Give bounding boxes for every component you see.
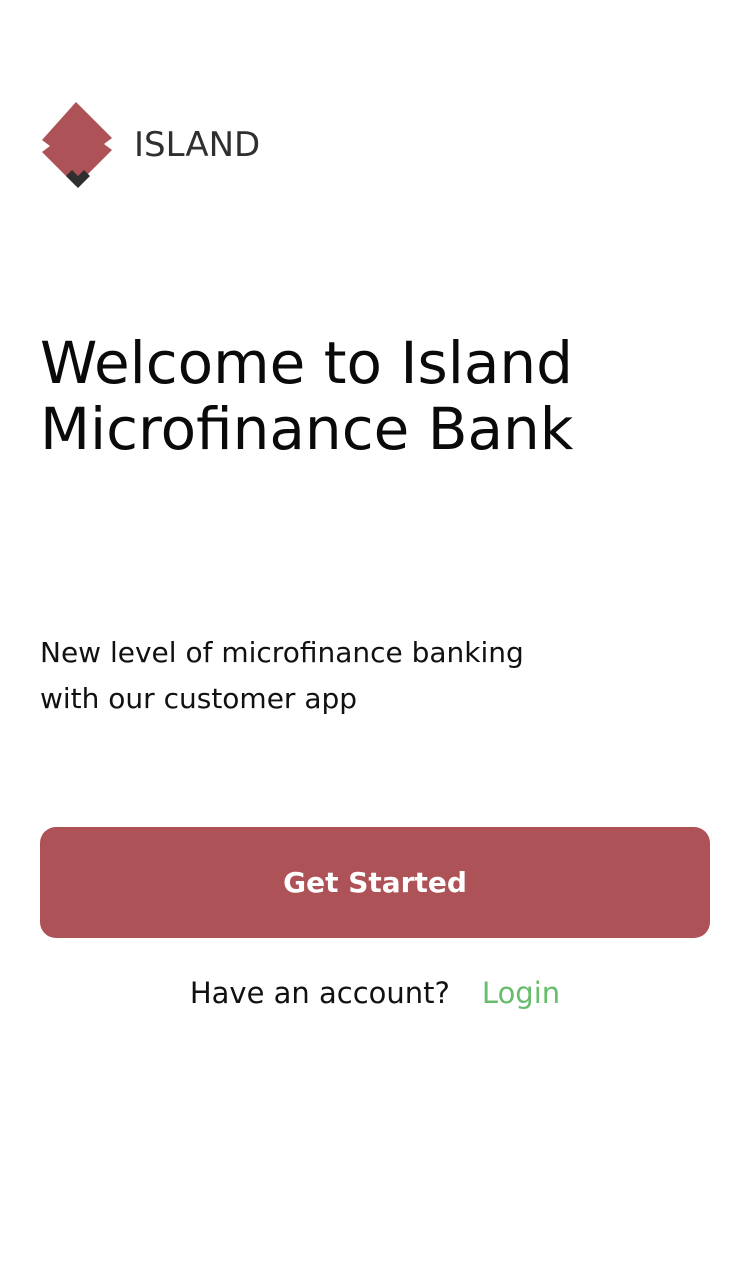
welcome-headline: Welcome to Island Microfinance Bank bbox=[40, 330, 680, 462]
brand-header: ISLAND bbox=[40, 100, 260, 190]
subtitle-line-1: New level of microfinance banking bbox=[40, 636, 524, 669]
login-prompt-row: Have an account? Login bbox=[0, 970, 750, 1016]
login-link[interactable]: Login bbox=[482, 976, 560, 1010]
headline-line-2: Microfinance Bank bbox=[40, 395, 574, 463]
get-started-button[interactable]: Get Started bbox=[40, 827, 710, 938]
welcome-subtitle: New level of microfinance banking with o… bbox=[40, 630, 600, 722]
headline-line-1: Welcome to Island bbox=[40, 329, 573, 397]
account-prompt-text: Have an account? bbox=[189, 976, 450, 1010]
island-diamond-logo-icon bbox=[42, 102, 112, 188]
welcome-screen: ISLAND Welcome to Island Microfinance Ba… bbox=[0, 0, 750, 1284]
subtitle-line-2: with our customer app bbox=[40, 682, 358, 715]
brand-name: ISLAND bbox=[134, 125, 261, 165]
